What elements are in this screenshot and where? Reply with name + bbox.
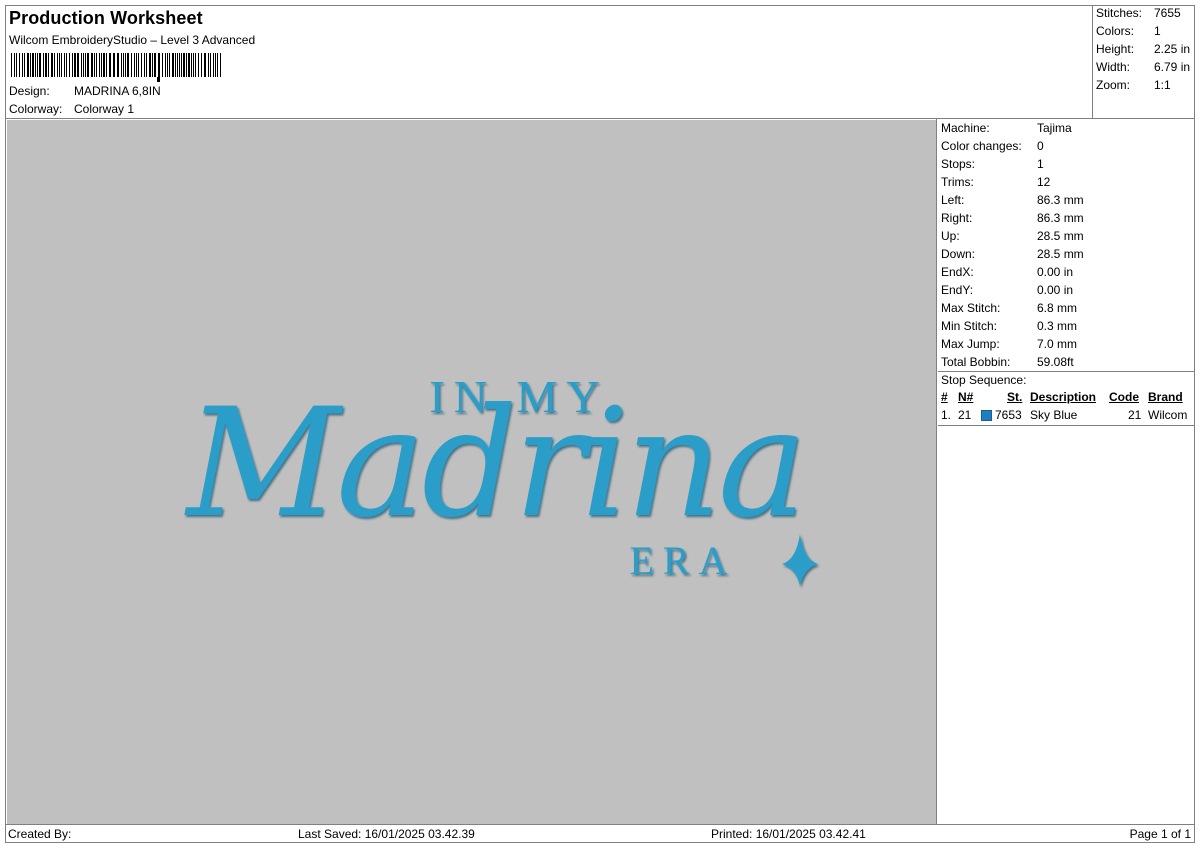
panel-divider — [936, 118, 937, 824]
artwork-line-era: ERA — [630, 538, 737, 583]
col-n: N# — [958, 390, 974, 404]
info-machine: Machine: Tajima — [941, 121, 1072, 135]
design-row: Design: MADRINA 6,8IN — [9, 84, 161, 98]
col-num: # — [941, 390, 948, 404]
embroidery-artwork: IN MY Madrina ERA — [184, 371, 818, 586]
colorway-label: Colorway: — [9, 102, 63, 116]
info-up: Up: 28.5 mm — [941, 229, 1084, 243]
info-divider — [938, 371, 1195, 372]
page-number: Page 1 of 1 — [1129, 827, 1191, 841]
row-brand: Wilcom — [1148, 408, 1188, 422]
summary-height: Height: 2.25 in — [1096, 42, 1191, 56]
info-down: Down: 28.5 mm — [941, 247, 1084, 261]
info-trims: Trims: 12 — [941, 175, 1051, 189]
stop-sequence-row: 1. 21 7653 Sky Blue 21 Wilcom — [938, 408, 1195, 424]
info-endy: EndY: 0.00 in — [941, 283, 1074, 297]
design-name: MADRINA 6,8IN — [74, 84, 161, 98]
stop-sequence-header: # N# St. Description Code Brand — [938, 390, 1195, 406]
info-right: Right: 86.3 mm — [941, 211, 1084, 225]
last-saved: Last Saved: 16/01/2025 03.42.39 — [298, 827, 475, 841]
col-code: Code — [1109, 390, 1139, 404]
summary-panel: Stitches: 7655 Colors: 1 Height: 2.25 in Wi… — [1092, 5, 1195, 118]
row-n: 21 — [958, 408, 972, 422]
color-swatch — [981, 410, 992, 421]
colorway-row: Colorway: Colorway 1 — [9, 102, 134, 116]
row-num: 1. — [941, 408, 952, 422]
col-brand: Brand — [1148, 390, 1183, 404]
design-label: Design: — [9, 84, 50, 98]
info-stops: Stops: 1 — [941, 157, 1044, 171]
info-total-bobbin: Total Bobbin: 59.08ft — [941, 355, 1074, 369]
info-max-stitch: Max Stitch: 6.8 mm — [941, 301, 1078, 315]
row-st: 7653 — [995, 408, 1022, 422]
info-endx: EndX: 0.00 in — [941, 265, 1074, 279]
page-title: Production Worksheet — [9, 8, 203, 28]
design-preview: IN MY Madrina ERA — [7, 120, 936, 824]
barcode — [11, 53, 221, 82]
row-code: 21 — [1128, 408, 1142, 422]
info-left: Left: 86.3 mm — [941, 193, 1084, 207]
colorway-name: Colorway 1 — [74, 102, 135, 116]
stop-sequence-heading: Stop Sequence: — [941, 373, 1027, 387]
footer: Created By: Last Saved: 16/01/2025 03.42… — [5, 824, 1195, 843]
summary-stitches: Stitches: 7655 — [1096, 6, 1181, 20]
header-divider — [5, 118, 1195, 119]
summary-zoom: Zoom: 1:1 — [1096, 78, 1171, 92]
info-min-stitch: Min Stitch: 0.3 mm — [941, 319, 1078, 333]
header: Production Worksheet Wilcom EmbroiderySt… — [5, 5, 1092, 118]
info-color-changes: Color changes: 0 — [941, 139, 1044, 153]
summary-colors: Colors: 1 — [1096, 24, 1161, 38]
artwork-line-madrina: Madrina — [184, 377, 804, 551]
info-panel: Machine: Tajima Color changes: 0 Stops: 1 T… — [938, 120, 1195, 824]
summary-width: Width: 6.79 in — [1096, 60, 1191, 74]
info-max-jump: Max Jump: 7.0 mm — [941, 337, 1078, 351]
col-st: St. — [1007, 390, 1023, 404]
created-by: Created By: — [8, 827, 72, 841]
software-name: Wilcom EmbroideryStudio – Level 3 Advanc… — [9, 33, 256, 47]
sequence-divider — [938, 425, 1195, 426]
col-description: Description — [1030, 390, 1097, 404]
printed-date: Printed: 16/01/2025 03.42.41 — [711, 827, 866, 841]
row-description: Sky Blue — [1030, 408, 1078, 422]
